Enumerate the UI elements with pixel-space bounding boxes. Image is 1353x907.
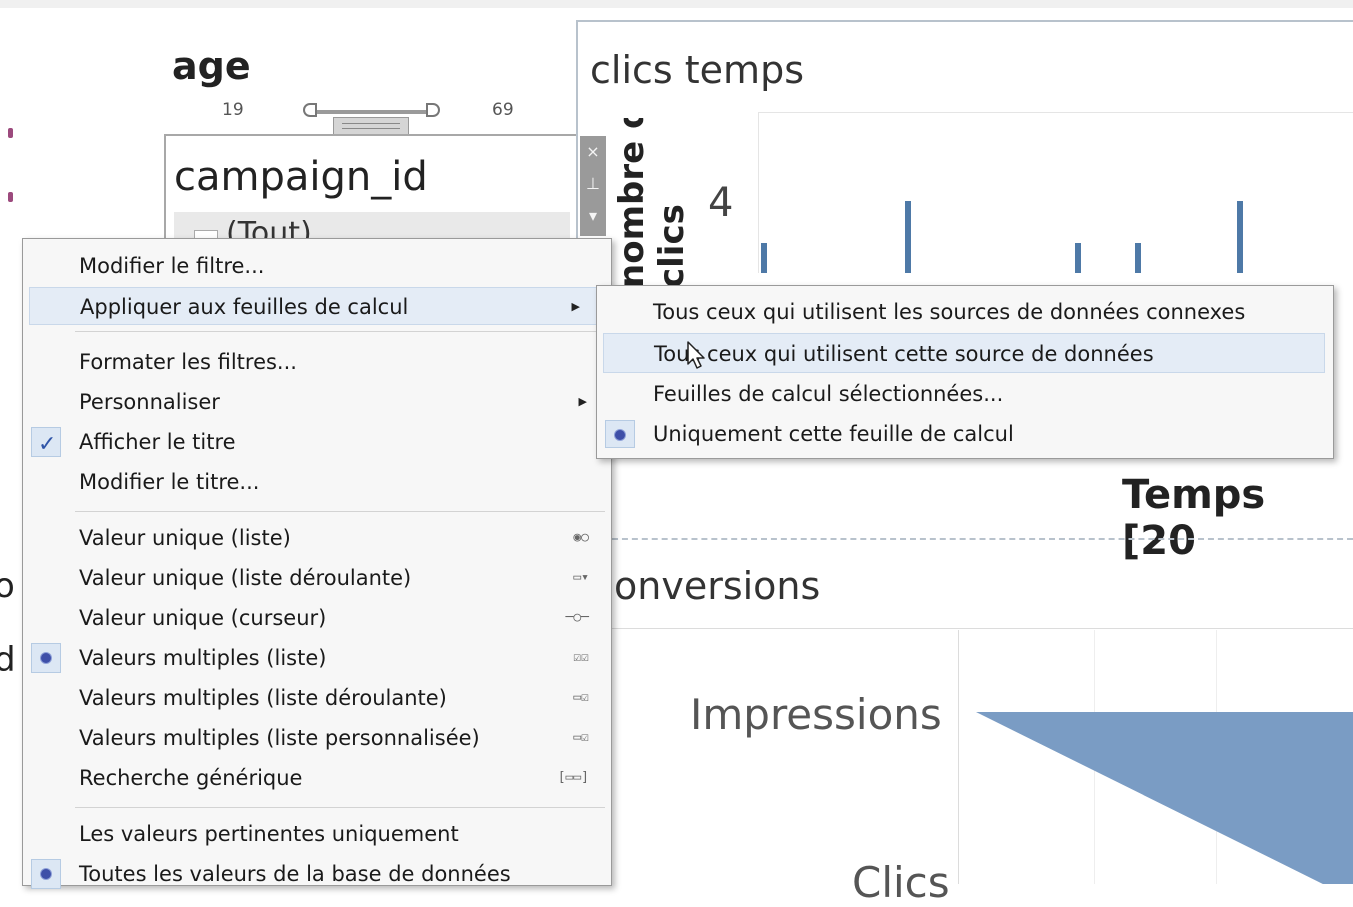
menu-item-single-value-slider[interactable]: Valeur unique (curseur) ─○─ xyxy=(23,599,611,637)
age-filter-title: age xyxy=(172,44,251,88)
checkbox-dropdown-icon: ▭☑ xyxy=(573,690,589,705)
funnel-header-line xyxy=(612,628,1353,629)
campaign-filter-card: campaign_id (Tout) xyxy=(164,134,578,252)
menu-item-multiple-values-list[interactable]: Valeurs multiples (liste) ☑☑ xyxy=(23,639,611,677)
y-axis-label-line2: clics xyxy=(652,204,692,288)
chart-bar[interactable] xyxy=(1237,201,1243,273)
custom-list-icon: ▭☑ xyxy=(573,730,589,745)
menu-item-format-filters[interactable]: Formater les filtres... xyxy=(23,343,611,381)
checkmark-icon: ✓ xyxy=(38,432,57,457)
radio-selected-icon xyxy=(41,869,51,879)
apply-to-worksheets-submenu: Tous ceux qui utilisent les sources de d… xyxy=(596,285,1334,459)
submenu-item-only-this-worksheet[interactable]: Uniquement cette feuille de calcul xyxy=(597,414,1333,454)
menu-item-label: Valeurs multiples (liste personnalisée) xyxy=(79,726,480,750)
submenu-item-label: Tous ceux qui utilisent les sources de d… xyxy=(653,300,1246,324)
menu-item-label: Valeurs multiples (liste déroulante) xyxy=(79,686,447,710)
chart-bar[interactable] xyxy=(905,201,911,273)
radio-mark-box xyxy=(31,859,61,889)
menu-item-label: Valeur unique (liste) xyxy=(79,526,291,550)
category-clics: Clics xyxy=(852,858,950,907)
menu-separator xyxy=(75,511,605,512)
radio-mark-box xyxy=(31,643,61,673)
menu-separator xyxy=(75,331,605,332)
menu-item-all-values-in-database[interactable]: Toutes les valeurs de la base de données xyxy=(23,855,611,893)
menu-item-label: Valeurs multiples (liste) xyxy=(79,646,327,670)
menu-item-relevant-values-only[interactable]: Les valeurs pertinentes uniquement xyxy=(23,815,611,853)
radio-list-icon: ◉○ xyxy=(573,530,589,545)
check-mark-box: ✓ xyxy=(31,427,61,457)
menu-item-label: Valeur unique (liste déroulante) xyxy=(79,566,412,590)
menu-item-customize[interactable]: Personnaliser ▶ xyxy=(23,383,611,421)
dropdown-icon: ▭▾ xyxy=(573,570,589,585)
menu-item-single-value-list[interactable]: Valeur unique (liste) ◉○ xyxy=(23,519,611,557)
search-field-icon: [▭▭] xyxy=(557,770,589,785)
submenu-arrow-icon: ▶ xyxy=(578,395,587,408)
menu-item-edit-title[interactable]: Modifier le titre... xyxy=(23,463,611,501)
menu-item-label: Formater les filtres... xyxy=(79,350,297,374)
x-axis-title: Temps [20 xyxy=(1122,472,1266,564)
category-impressions: Impressions xyxy=(690,690,942,739)
chart-panel xyxy=(576,20,1353,542)
menu-item-label: Modifier le filtre... xyxy=(79,254,265,278)
age-min-value: 19 xyxy=(222,100,244,120)
top-border xyxy=(0,0,1353,8)
funnel-area[interactable] xyxy=(976,712,1353,884)
plot-area[interactable] xyxy=(758,112,1353,273)
panel-separator xyxy=(612,538,1353,540)
menu-item-label: Toutes les valeurs de la base de données xyxy=(79,862,511,886)
menu-item-label: Les valeurs pertinentes uniquement xyxy=(79,822,459,846)
age-slider-grip[interactable] xyxy=(333,117,409,135)
age-slider-min-handle[interactable] xyxy=(303,103,317,117)
menu-item-label: Valeur unique (curseur) xyxy=(79,606,327,630)
menu-item-multiple-values-dropdown[interactable]: Valeurs multiples (liste déroulante) ▭☑ xyxy=(23,679,611,717)
age-slider-max-handle[interactable] xyxy=(426,103,440,117)
menu-item-label: Recherche générique xyxy=(79,766,303,790)
menu-item-show-title[interactable]: ✓ Afficher le titre xyxy=(23,423,611,461)
y-axis-label: nombre de clics xyxy=(612,118,692,288)
menu-item-label: Appliquer aux feuilles de calcul xyxy=(80,295,409,319)
chart-bar[interactable] xyxy=(761,243,767,273)
submenu-item-selected-worksheets[interactable]: Feuilles de calcul sélectionnées... xyxy=(597,374,1333,414)
y-tick-label: 4 xyxy=(708,180,734,226)
menu-item-edit-filter[interactable]: Modifier le filtre... xyxy=(23,247,611,285)
submenu-item-label: Tous ceux qui utilisent cette source de … xyxy=(654,342,1154,366)
chart-bar[interactable] xyxy=(1075,243,1081,273)
y-axis-label-line1: nombre de xyxy=(612,118,652,288)
age-max-value: 69 xyxy=(492,100,514,120)
funnel-axis-line xyxy=(958,630,959,884)
mouse-pointer-icon xyxy=(687,341,705,369)
checkbox-list-icon: ☑☑ xyxy=(573,650,589,665)
radio-selected-icon xyxy=(41,653,51,663)
menu-item-single-value-dropdown[interactable]: Valeur unique (liste déroulante) ▭▾ xyxy=(23,559,611,597)
menu-item-label: Personnaliser xyxy=(79,390,220,414)
menu-separator xyxy=(75,807,605,808)
slider-icon: ─○─ xyxy=(565,610,589,625)
menu-item-wildcard-search[interactable]: Recherche générique [▭▭] xyxy=(23,759,611,797)
submenu-item-this-data-source[interactable]: Tous ceux qui utilisent cette source de … xyxy=(603,333,1325,373)
legend-mark xyxy=(8,128,13,138)
menu-item-multiple-values-custom-list[interactable]: Valeurs multiples (liste personnalisée) … xyxy=(23,719,611,757)
submenu-item-label: Feuilles de calcul sélectionnées... xyxy=(653,382,1004,406)
truncated-text: d xyxy=(0,640,16,680)
submenu-item-related-data-sources[interactable]: Tous ceux qui utilisent les sources de d… xyxy=(597,292,1333,332)
chart-bar[interactable] xyxy=(1135,243,1141,273)
filter-context-menu: Modifier le filtre... Appliquer aux feui… xyxy=(22,238,612,889)
radio-selected-icon xyxy=(615,430,625,440)
menu-item-label: Afficher le titre xyxy=(79,430,236,454)
submenu-arrow-icon: ▶ xyxy=(571,300,580,313)
age-slider-track[interactable] xyxy=(312,110,432,114)
chart-title: clics temps xyxy=(590,48,804,92)
campaign-filter-title: campaign_id xyxy=(174,154,428,200)
funnel-title: onversions xyxy=(614,564,821,608)
submenu-item-label: Uniquement cette feuille de calcul xyxy=(653,422,1014,446)
menu-item-label: Modifier le titre... xyxy=(79,470,260,494)
radio-mark-box xyxy=(605,420,635,448)
menu-item-apply-to-worksheets[interactable]: Appliquer aux feuilles de calcul ▶ xyxy=(29,287,605,325)
legend-mark xyxy=(8,192,13,202)
truncated-text: o xyxy=(0,566,15,606)
